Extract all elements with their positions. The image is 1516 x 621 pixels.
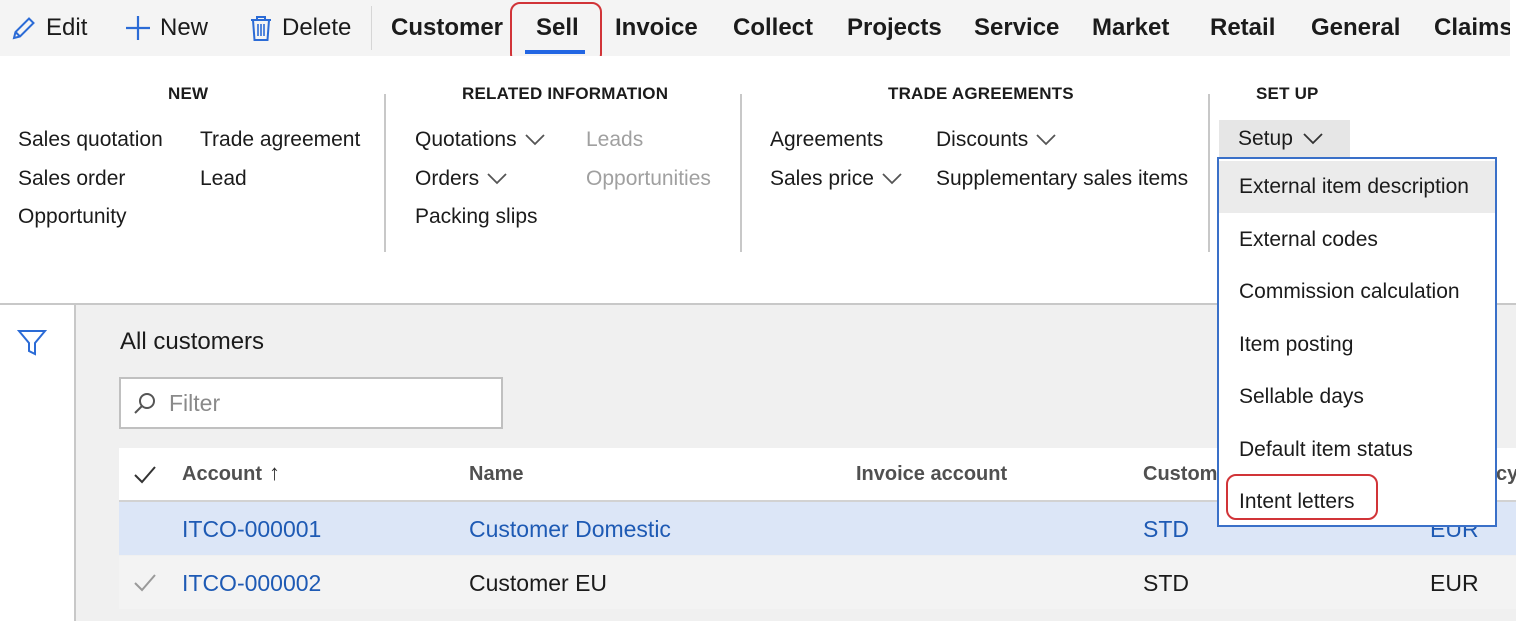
menu-item-sellable-days[interactable]: Sellable days bbox=[1219, 371, 1495, 423]
checkmark-icon[interactable] bbox=[133, 465, 157, 485]
tab-collect[interactable]: Collect bbox=[733, 0, 813, 56]
tab-service[interactable]: Service bbox=[974, 0, 1059, 56]
packing-slips-button[interactable]: Packing slips bbox=[415, 205, 538, 229]
leads-button[interactable]: Leads bbox=[586, 128, 643, 152]
column-header-name[interactable]: Name bbox=[469, 463, 523, 486]
group-title-related: RELATED INFORMATION bbox=[462, 84, 669, 103]
intent-letters-annotation bbox=[1226, 474, 1378, 520]
tab-general[interactable]: General bbox=[1311, 0, 1400, 56]
group-title-new: NEW bbox=[168, 84, 209, 103]
filter-field[interactable] bbox=[119, 377, 503, 429]
menu-item-external-codes[interactable]: External codes bbox=[1219, 214, 1495, 266]
group-divider bbox=[384, 94, 386, 252]
column-header-invoice-account[interactable]: Invoice account bbox=[856, 463, 1007, 486]
group-title-trade: TRADE AGREEMENTS bbox=[888, 84, 1074, 103]
edit-button[interactable]: Edit bbox=[10, 0, 87, 56]
supplementary-sales-items-button[interactable]: Supplementary sales items bbox=[936, 167, 1188, 191]
agreements-button[interactable]: Agreements bbox=[770, 128, 883, 152]
tab-market[interactable]: Market bbox=[1092, 0, 1169, 56]
sales-quotation-button[interactable]: Sales quotation bbox=[18, 128, 163, 152]
command-bar: Edit New Delete Customer Sell Invoice Co… bbox=[0, 0, 1510, 56]
customer-group-cell[interactable]: STD bbox=[1143, 516, 1189, 543]
sales-price-label: Sales price bbox=[770, 167, 874, 190]
table-row[interactable]: ITCO-000002 Customer EU STD EUR bbox=[119, 556, 1516, 609]
discounts-label: Discounts bbox=[936, 128, 1029, 151]
menu-item-commission-calculation[interactable]: Commission calculation bbox=[1219, 266, 1495, 318]
tab-invoice[interactable]: Invoice bbox=[615, 0, 698, 56]
chevron-down-icon bbox=[1036, 134, 1056, 146]
name-cell: Customer EU bbox=[469, 570, 608, 596]
trade-agreement-button[interactable]: Trade agreement bbox=[200, 128, 360, 152]
tab-claims[interactable]: ClaimsM bbox=[1434, 0, 1510, 56]
edit-label: Edit bbox=[46, 14, 88, 41]
delete-label: Delete bbox=[282, 14, 352, 41]
sales-order-button[interactable]: Sales order bbox=[18, 167, 125, 191]
chevron-down-icon bbox=[1303, 133, 1323, 145]
setup-menu-button[interactable]: Setup bbox=[1219, 120, 1350, 158]
new-label: New bbox=[160, 14, 209, 41]
chevron-down-icon bbox=[524, 134, 545, 146]
delete-button[interactable]: Delete bbox=[248, 0, 351, 56]
checkmark-icon[interactable] bbox=[133, 573, 157, 593]
name-cell[interactable]: Customer Domestic bbox=[469, 516, 671, 543]
discounts-menu[interactable]: Discounts bbox=[936, 128, 1056, 152]
setup-dropdown-menu: External item description External codes… bbox=[1217, 157, 1497, 527]
orders-menu[interactable]: Orders bbox=[415, 167, 507, 191]
filter-funnel-icon[interactable] bbox=[17, 328, 47, 358]
group-title-setup: SET UP bbox=[1256, 84, 1319, 103]
orders-label: Orders bbox=[415, 167, 480, 190]
tab-projects[interactable]: Projects bbox=[847, 0, 942, 56]
chevron-down-icon bbox=[487, 173, 507, 185]
filter-pane bbox=[0, 305, 76, 621]
command-divider bbox=[371, 6, 372, 50]
pencil-icon bbox=[12, 17, 35, 40]
currency-cell: EUR bbox=[1430, 570, 1479, 596]
column-header-customer-group[interactable]: Custome bbox=[1143, 463, 1229, 486]
new-button[interactable]: New bbox=[124, 0, 208, 56]
page-title: All customers bbox=[120, 328, 265, 355]
quotations-menu[interactable]: Quotations bbox=[415, 128, 545, 152]
filter-input[interactable] bbox=[167, 388, 491, 418]
trash-icon bbox=[251, 16, 271, 41]
account-cell[interactable]: ITCO-000001 bbox=[182, 516, 321, 543]
plus-icon bbox=[126, 16, 150, 40]
quotations-label: Quotations bbox=[415, 128, 517, 151]
sales-price-menu[interactable]: Sales price bbox=[770, 167, 902, 191]
group-divider bbox=[740, 94, 742, 252]
opportunity-button[interactable]: Opportunity bbox=[18, 205, 127, 229]
chevron-down-icon bbox=[882, 173, 902, 185]
customer-group-cell: STD bbox=[1143, 570, 1189, 596]
account-cell[interactable]: ITCO-000002 bbox=[182, 570, 321, 597]
sort-ascending-icon: ↑ bbox=[269, 460, 280, 485]
menu-item-external-item-description[interactable]: External item description bbox=[1219, 161, 1495, 213]
tab-retail[interactable]: Retail bbox=[1210, 0, 1275, 56]
column-header-account[interactable]: Account bbox=[182, 463, 262, 486]
menu-item-item-posting[interactable]: Item posting bbox=[1219, 319, 1495, 371]
menu-item-default-item-status[interactable]: Default item status bbox=[1219, 424, 1495, 476]
setup-label: Setup bbox=[1238, 127, 1293, 150]
group-divider bbox=[1208, 94, 1210, 252]
opportunities-button[interactable]: Opportunities bbox=[586, 167, 711, 191]
search-icon bbox=[134, 393, 155, 414]
lead-button[interactable]: Lead bbox=[200, 167, 247, 191]
tab-customer[interactable]: Customer bbox=[391, 0, 503, 56]
sell-tab-annotation bbox=[510, 2, 602, 64]
column-header-currency[interactable]: cy bbox=[1496, 463, 1516, 486]
